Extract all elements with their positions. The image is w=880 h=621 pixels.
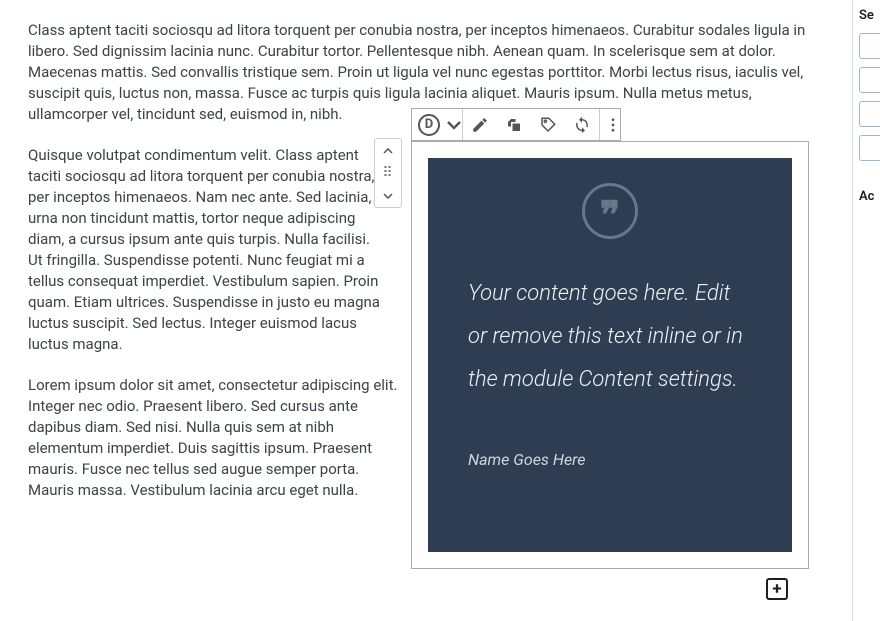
sidebar-button[interactable] — [859, 101, 880, 127]
toolbar-dropdown-button[interactable] — [446, 108, 462, 141]
edit-button[interactable] — [463, 108, 497, 141]
testimonial-module[interactable]: ❞ Your content goes here. Edit or remove… — [428, 158, 792, 552]
sync-button[interactable] — [565, 108, 599, 141]
block-body[interactable]: ❞ Your content goes here. Edit or remove… — [411, 141, 809, 569]
sidebar-button[interactable] — [859, 33, 880, 59]
sidebar-button[interactable] — [859, 135, 880, 161]
plus-icon: + — [772, 579, 781, 599]
more-options-button[interactable] — [600, 108, 626, 141]
sidebar-section-label: Ac — [859, 189, 874, 204]
add-block-button[interactable]: + — [766, 578, 788, 600]
testimonial-block: ⠿ D — [375, 108, 811, 569]
sync-icon — [573, 116, 591, 134]
block-move-handle[interactable]: ⠿ — [374, 138, 402, 208]
drag-handle-icon[interactable]: ⠿ — [382, 162, 393, 184]
paragraph-block[interactable]: Lorem ipsum dolor sit amet, consectetur … — [28, 375, 398, 501]
duplicate-button[interactable] — [497, 108, 531, 141]
pencil-icon — [471, 116, 489, 134]
move-up-button[interactable] — [383, 139, 393, 162]
move-down-button[interactable] — [383, 184, 393, 207]
sidebar-button[interactable] — [859, 67, 880, 93]
testimonial-content[interactable]: Your content goes here. Edit or remove t… — [468, 273, 752, 402]
settings-sidebar: Se Ac — [852, 0, 880, 621]
tag-button[interactable] — [531, 108, 565, 141]
sidebar-section-label: Se — [859, 8, 874, 23]
kebab-icon — [604, 116, 622, 134]
tag-icon — [539, 116, 557, 134]
duplicate-icon — [505, 116, 523, 134]
quote-glyph-icon: ❞ — [600, 207, 620, 226]
testimonial-author[interactable]: Name Goes Here — [468, 450, 752, 469]
quote-icon: ❞ — [582, 183, 638, 239]
block-toolbar: D — [411, 108, 621, 141]
divi-logo-icon: D — [418, 114, 440, 136]
paragraph-block[interactable]: Quisque volutpat condimentum velit. Clas… — [28, 145, 388, 355]
divi-block-button[interactable]: D — [412, 108, 446, 141]
